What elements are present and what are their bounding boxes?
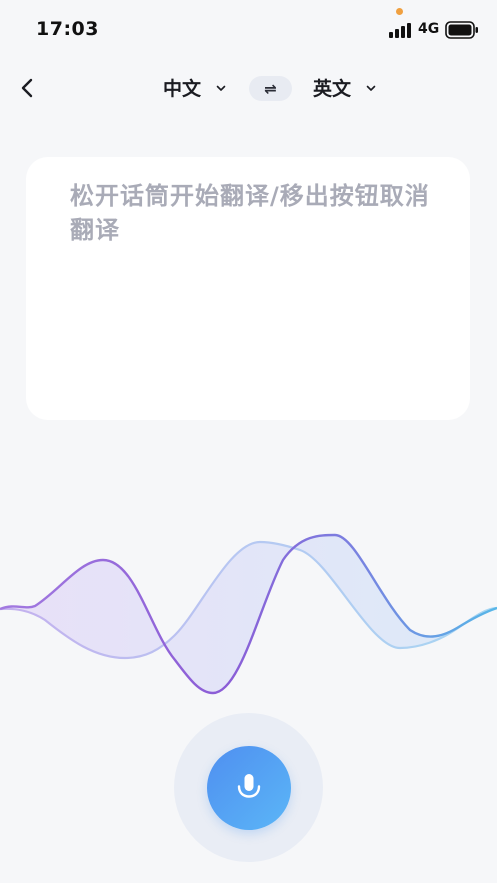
target-language-label: 英文	[313, 78, 352, 100]
translation-card: 松开话筒开始翻译/移出按钮取消翻译	[26, 157, 470, 420]
microphone-icon	[237, 774, 261, 798]
chevron-down-icon	[216, 85, 226, 91]
network-type: 4G	[418, 21, 440, 37]
swap-languages-button[interactable]: ⇌	[249, 76, 292, 101]
chevron-down-icon	[366, 85, 376, 91]
header: 中文 ⇌ 英文	[0, 64, 497, 112]
swap-arrows-icon: ⇌	[264, 79, 277, 98]
signal-icon	[389, 23, 411, 38]
release-to-translate-hint: 松开话筒开始翻译/移出按钮取消翻译	[70, 182, 430, 244]
back-button[interactable]	[12, 72, 44, 104]
battery-icon	[445, 21, 478, 39]
source-language-label: 中文	[163, 78, 202, 100]
privacy-indicator-icon	[396, 8, 403, 15]
chevron-left-icon	[21, 78, 33, 98]
translation-screen: 17:03 4G 中文 ⇌ 英文 松开话筒开始翻译/移出按钮取消翻译	[0, 0, 497, 883]
target-language-selector[interactable]: 英文	[313, 74, 377, 101]
source-language-selector[interactable]: 中文	[163, 74, 227, 101]
voice-waveform	[0, 533, 497, 695]
microphone-button[interactable]	[207, 746, 291, 830]
status-bar: 17:03 4G	[0, 0, 497, 58]
status-time: 17:03	[36, 18, 99, 40]
